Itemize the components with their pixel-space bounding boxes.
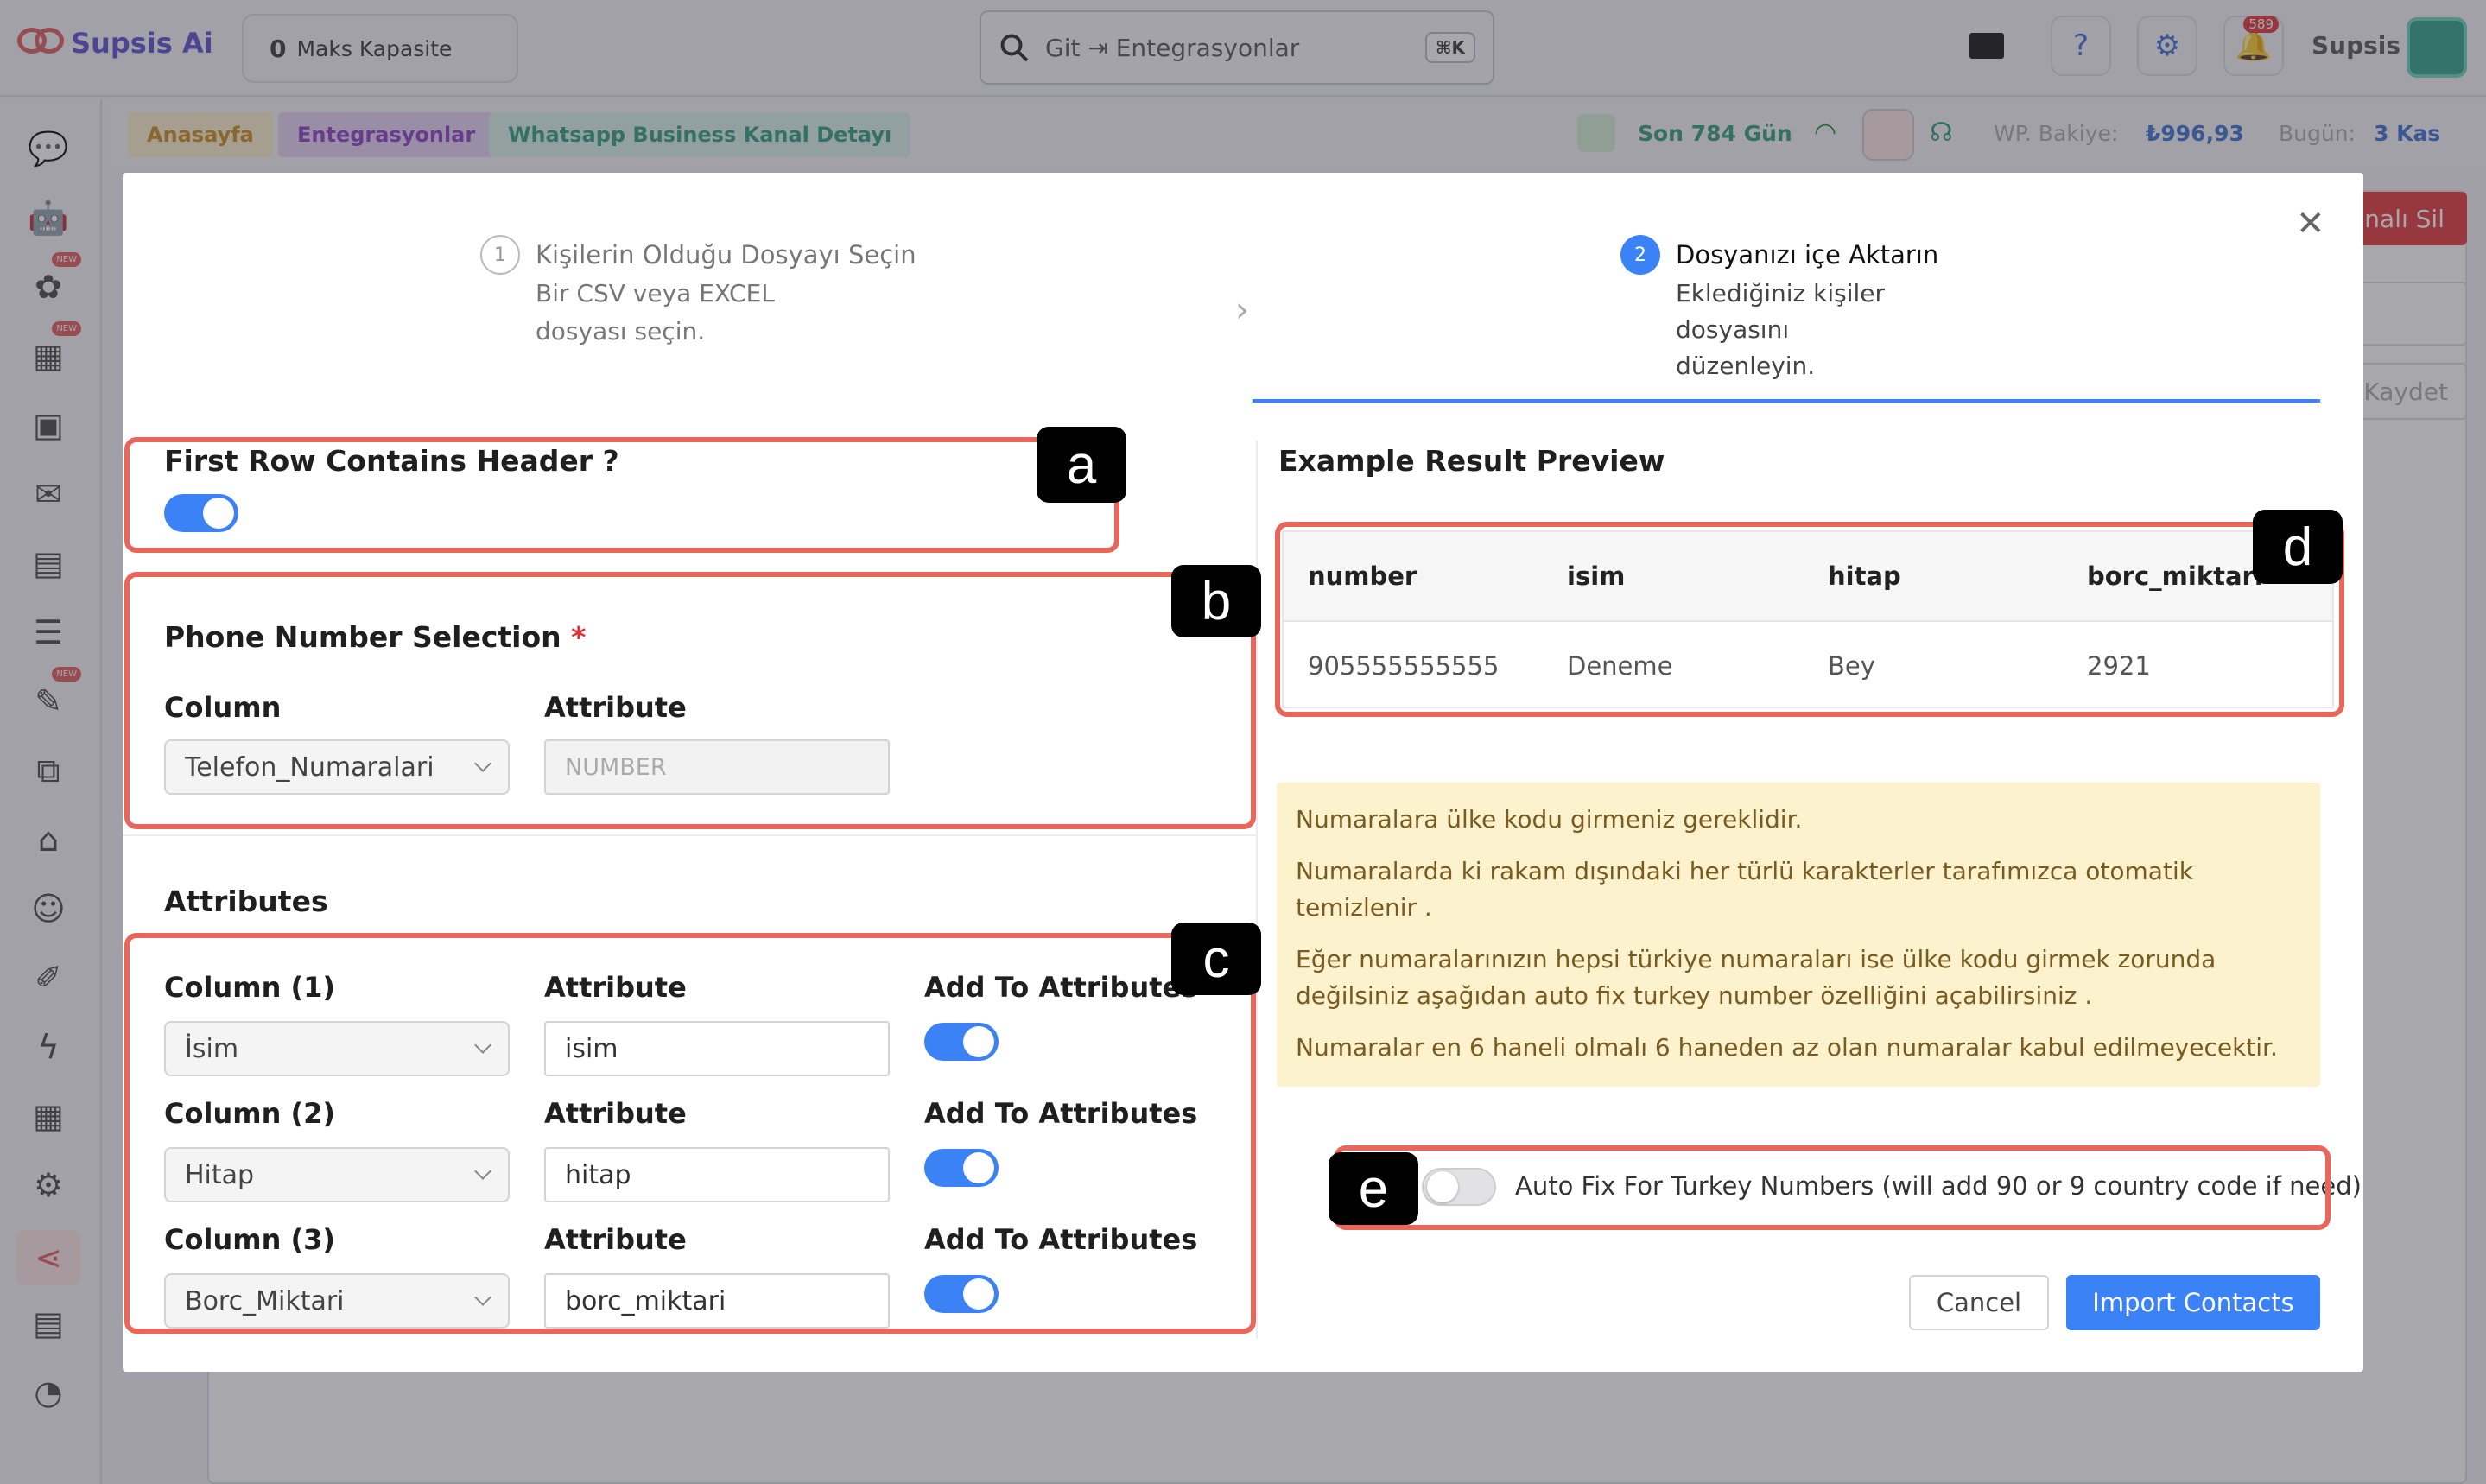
step-2-desc-line3: düzenleyin. [1676, 352, 1816, 380]
annotation-box-e [1334, 1145, 2331, 1230]
step-2-desc-line2: dosyasını [1676, 315, 1790, 344]
chevron-right-icon: › [1235, 290, 1249, 330]
step-2-desc-line1: Eklediğiniz kişiler [1676, 279, 1886, 308]
cancel-button[interactable]: Cancel [1909, 1275, 2049, 1330]
annotation-tag-a: a [1037, 427, 1126, 503]
attributes-title: Attributes [164, 885, 328, 918]
warning-line: Numaralar en 6 haneli olmalı 6 haneden a… [1296, 1033, 2278, 1062]
close-icon[interactable]: ✕ [2296, 204, 2325, 244]
annotation-box-c [124, 933, 1256, 1334]
preview-title: Example Result Preview [1278, 444, 1665, 478]
annotation-tag-b: b [1171, 565, 1261, 637]
section-divider [123, 834, 1256, 836]
import-contacts-button[interactable]: Import Contacts [2066, 1275, 2320, 1330]
step-1-number: 1 [480, 235, 520, 275]
step-1-desc-line1: Bir CSV veya EXCEL [536, 279, 775, 308]
step-1-desc-line2: dosyası seçin. [536, 317, 706, 346]
annotation-tag-c: c [1171, 923, 1261, 995]
active-step-indicator [1253, 399, 2320, 403]
step-2-number: 2 [1620, 235, 1660, 275]
warning-line: Numaralara ülke kodu girmeniz gereklidir… [1296, 805, 1803, 834]
annotation-box-d [1275, 522, 2344, 717]
warning-line: Numaralarda ki rakam dışındaki her türlü… [1296, 857, 2193, 922]
annotation-box-a [124, 437, 1119, 553]
warning-line: Eğer numaralarınızın hepsi türkiye numar… [1296, 945, 2216, 1010]
annotation-tag-e: e [1329, 1152, 1418, 1225]
annotation-box-b [124, 572, 1256, 829]
annotation-tag-d: d [2253, 510, 2343, 584]
step-1-title: Kişilerin Olduğu Dosyayı Seçin [536, 240, 916, 270]
warning-box: Numaralara ülke kodu girmeniz gereklidir… [1277, 783, 2320, 1087]
step-2-title: Dosyanızı içe Aktarın [1676, 240, 1939, 270]
